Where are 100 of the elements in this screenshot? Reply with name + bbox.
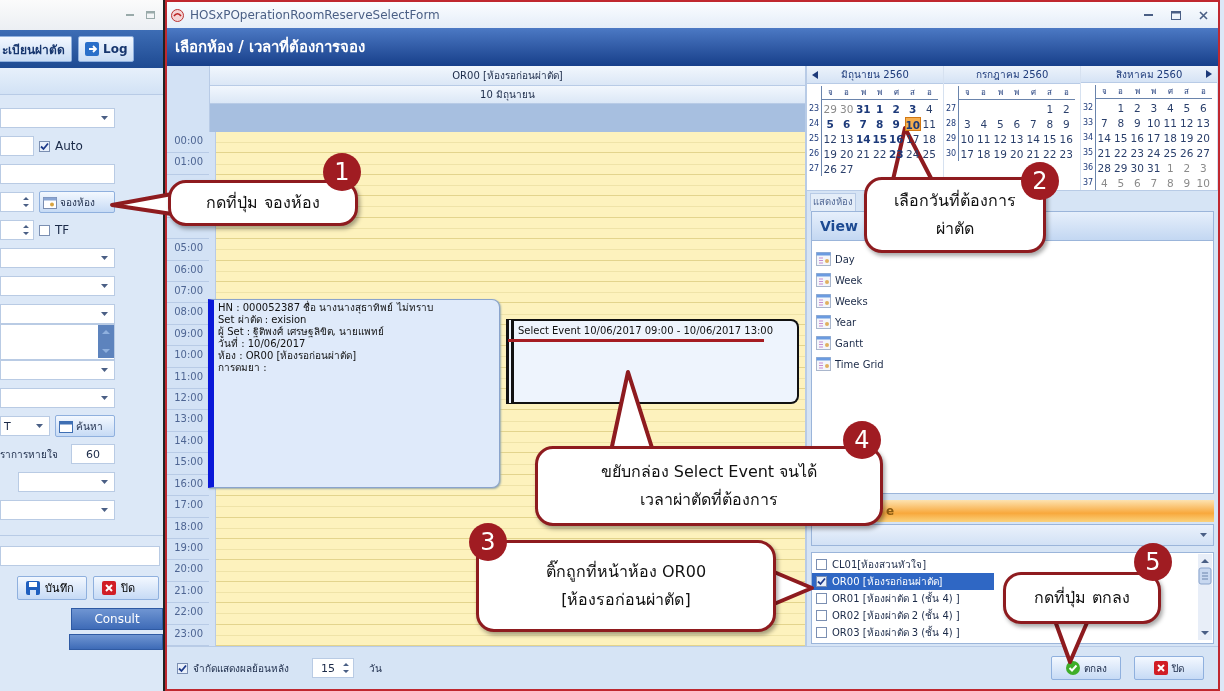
- calendar-day[interactable]: 25: [921, 146, 938, 161]
- calendar-day[interactable]: 11: [921, 116, 938, 131]
- dialog-button[interactable]: ปิด: [1134, 656, 1204, 680]
- calendar-day[interactable]: 1: [1041, 101, 1058, 116]
- spin-field[interactable]: [0, 220, 34, 240]
- calendar-day[interactable]: 14: [1096, 130, 1113, 145]
- previous-arrow-icon[interactable]: [812, 70, 818, 79]
- search-button[interactable]: ค้นหา: [55, 415, 115, 437]
- calendar-day[interactable]: 6: [838, 116, 855, 131]
- calendar-day[interactable]: 10: [959, 131, 976, 146]
- calendar-day[interactable]: 15: [1112, 130, 1129, 145]
- calendar-day[interactable]: 9: [1058, 116, 1075, 131]
- room-item[interactable]: OR02 [ห้องผ่าตัด 2 (ชั้น 4) ]: [812, 607, 994, 624]
- calendar-day[interactable]: 22: [1041, 146, 1058, 161]
- calendar-day[interactable]: 3: [959, 116, 976, 131]
- calendar-day[interactable]: 5: [992, 116, 1009, 131]
- calendar-day[interactable]: 31: [1145, 160, 1162, 175]
- view-item[interactable]: Week: [816, 272, 1213, 288]
- checkbox[interactable]: [39, 224, 50, 236]
- view-item[interactable]: Time Grid: [816, 356, 1213, 372]
- calendar-day[interactable]: 18: [975, 146, 992, 161]
- calendar-day[interactable]: 26: [822, 161, 839, 176]
- calendar-day[interactable]: 7: [1096, 115, 1113, 130]
- calendar-day[interactable]: 18: [921, 131, 938, 146]
- calendar-day[interactable]: 4: [921, 101, 938, 116]
- calendar-day[interactable]: 14: [855, 131, 872, 146]
- calendar-day[interactable]: 2: [1058, 101, 1075, 116]
- calendar-day[interactable]: 20: [1195, 130, 1212, 145]
- calendar-day[interactable]: 9: [1178, 175, 1195, 190]
- calendar-day[interactable]: 14: [1025, 131, 1042, 146]
- calendar-day[interactable]: 21: [1096, 145, 1113, 160]
- calendar-day[interactable]: 8: [1041, 116, 1058, 131]
- calendar-day[interactable]: 31: [855, 101, 872, 116]
- calendar-day[interactable]: 4: [1162, 100, 1179, 115]
- spin-field[interactable]: [0, 192, 34, 212]
- appointment-card[interactable]: HN : 000052387 ชื่อ นางนางสุธาทิพย์ ไม่ทราบ Set ผ่าตัด : exision ผู้ Set : ฐิติพงศ์ เศรษฐลิขิต, นายแพทย์ วันที่ : 10/06/2017 ห้อง : OR00 [ห้องรอก่อนผ่าตัด] การดมยา :: [208, 298, 500, 489]
- dropdown-field[interactable]: [811, 524, 1214, 546]
- calendar-day[interactable]: 29: [822, 101, 839, 116]
- calendar-day[interactable]: 16: [1058, 131, 1075, 146]
- calendar-day[interactable]: 15: [1041, 131, 1058, 146]
- dropdown-field[interactable]: T: [0, 416, 50, 436]
- calendar-day[interactable]: 2: [888, 101, 905, 116]
- calendar-day[interactable]: 3: [904, 101, 921, 116]
- selection-event[interactable]: Select Event 10/06/2017 09:00 - 10/06/2017 13:00: [506, 318, 799, 405]
- dropdown-field[interactable]: [0, 304, 115, 324]
- calendar-day[interactable]: 12: [822, 131, 839, 146]
- calendar-day[interactable]: 8: [1162, 175, 1179, 190]
- calendar-day[interactable]: 23: [1058, 146, 1075, 161]
- calendar-day[interactable]: 19: [822, 146, 839, 161]
- checkbox[interactable]: [816, 627, 827, 638]
- calendar-day[interactable]: 19: [992, 146, 1009, 161]
- dropdown-field[interactable]: [0, 388, 115, 408]
- calendar-day[interactable]: 15: [871, 131, 888, 146]
- action-button[interactable]: ปิด: [93, 576, 159, 600]
- calendar-day[interactable]: 3: [1195, 160, 1212, 175]
- ribbon-button[interactable]: ะเบียนผ่าตัด: [0, 36, 72, 62]
- calendar-day[interactable]: 23: [1129, 145, 1146, 160]
- maximize-icon[interactable]: [1171, 10, 1181, 20]
- room-item[interactable]: OR01 [ห้องผ่าตัด 1 (ชั้น 4) ]: [812, 590, 994, 607]
- dropdown-field[interactable]: [18, 472, 115, 492]
- calendar-day[interactable]: 26: [1178, 145, 1195, 160]
- calendar-day[interactable]: 8: [871, 116, 888, 131]
- action-button[interactable]: บันทึก: [17, 576, 87, 600]
- dropdown-field[interactable]: [0, 360, 115, 380]
- calendar-day[interactable]: 6: [1008, 116, 1025, 131]
- calendar-day[interactable]: 16: [1129, 130, 1146, 145]
- checkbox[interactable]: [816, 576, 827, 587]
- view-item[interactable]: Day: [816, 251, 1213, 267]
- calendar-day[interactable]: 12: [992, 131, 1009, 146]
- calendar-day[interactable]: 19: [1178, 130, 1195, 145]
- calendar-day[interactable]: 27: [1195, 145, 1212, 160]
- calendar-day[interactable]: 18: [1162, 130, 1179, 145]
- calendar-day[interactable]: 24: [1145, 145, 1162, 160]
- calendar-day[interactable]: 11: [1162, 115, 1179, 130]
- calendar-day[interactable]: 27: [838, 161, 855, 176]
- calendar-day[interactable]: 13: [1008, 131, 1025, 146]
- calendar-day[interactable]: 1: [871, 101, 888, 116]
- calendar-day[interactable]: 6: [1129, 175, 1146, 190]
- calendar-day[interactable]: 9: [888, 116, 905, 131]
- calendar-day[interactable]: 13: [838, 131, 855, 146]
- text-field[interactable]: [0, 136, 34, 156]
- calendar-day[interactable]: 17: [959, 146, 976, 161]
- calendar-day[interactable]: 10: [1195, 175, 1212, 190]
- dropdown-field[interactable]: [0, 248, 115, 268]
- calendar-day[interactable]: 5: [1112, 175, 1129, 190]
- calendar-day[interactable]: 3: [1145, 100, 1162, 115]
- calendar-day[interactable]: 25: [1162, 145, 1179, 160]
- checkbox[interactable]: [816, 559, 827, 570]
- calendar-day[interactable]: 9: [1129, 115, 1146, 130]
- panel-tab[interactable]: แสดงห้อง: [810, 193, 856, 211]
- calendar-day[interactable]: 5: [1178, 100, 1195, 115]
- dropdown-field[interactable]: [0, 276, 115, 296]
- room-item[interactable]: OR00 [ห้องรอก่อนผ่าตัด]: [812, 573, 994, 590]
- checkbox[interactable]: [816, 593, 827, 604]
- room-item[interactable]: CL01[ห้องสวนหัวใจ]: [812, 556, 994, 573]
- checkbox[interactable]: [39, 140, 50, 152]
- dropdown-field[interactable]: [0, 108, 115, 128]
- calendar-day[interactable]: 17: [1145, 130, 1162, 145]
- calendar-day[interactable]: 4: [975, 116, 992, 131]
- dropdown-field[interactable]: [0, 500, 115, 520]
